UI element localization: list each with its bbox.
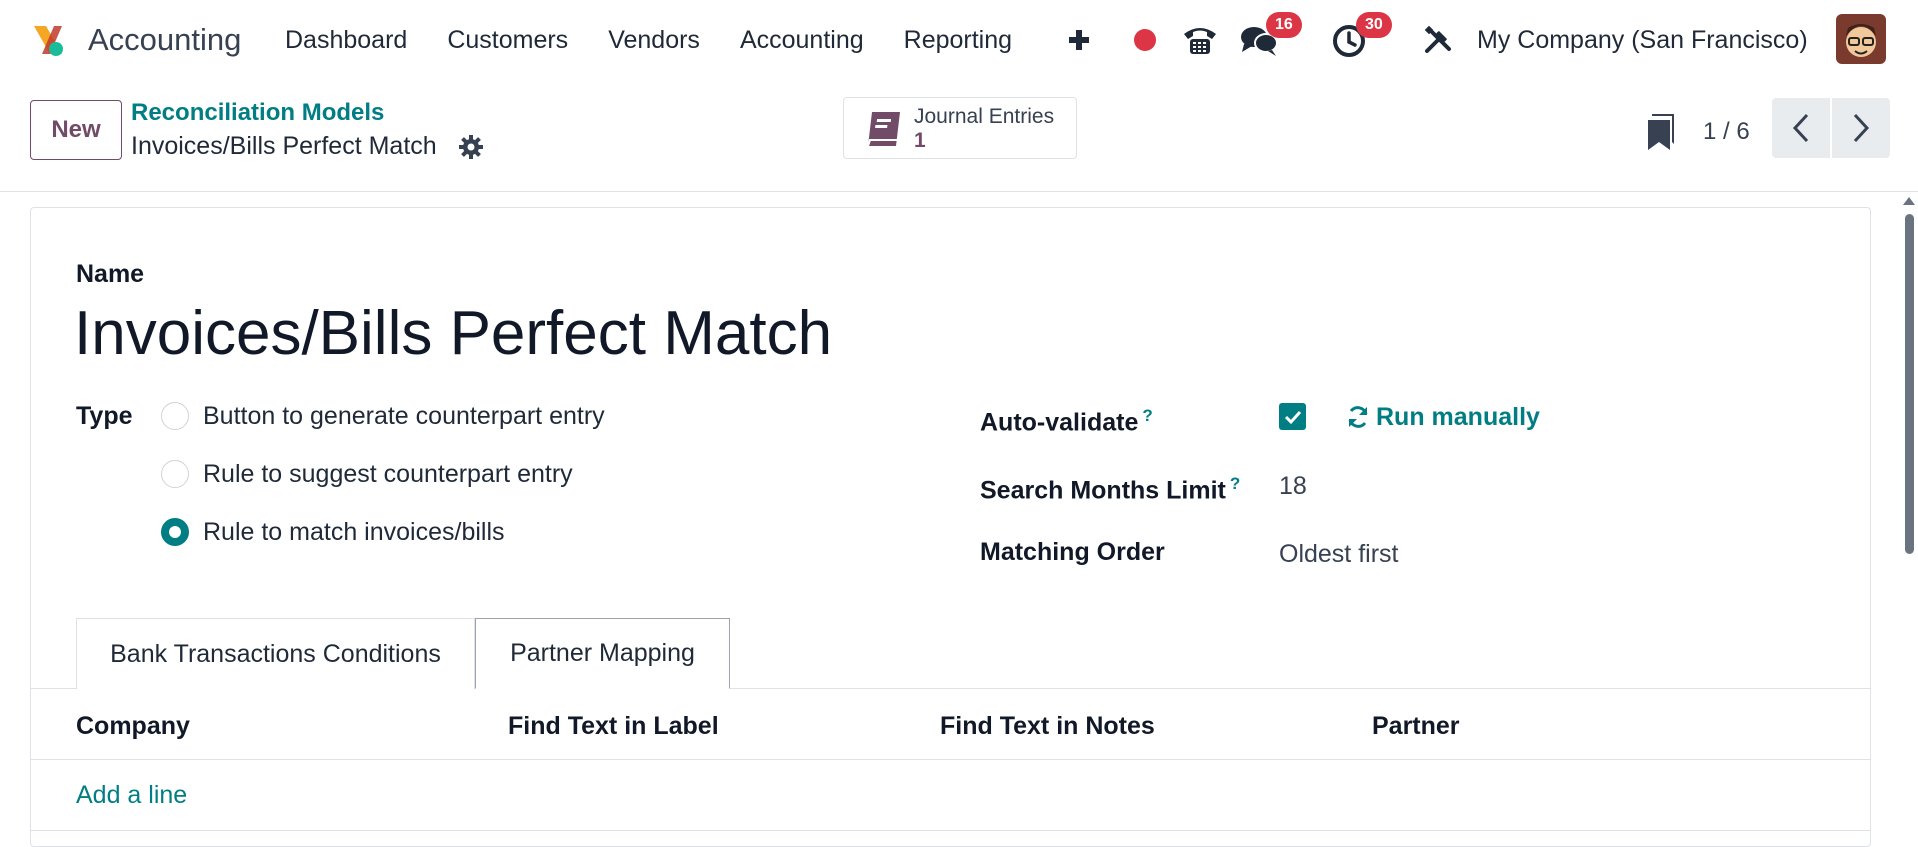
menu-accounting[interactable]: Accounting [740, 20, 864, 60]
smart-button-value: 1 [914, 129, 926, 152]
control-panel: New Reconciliation Models Invoices/Bills… [0, 80, 1918, 192]
name-field[interactable]: Invoices/Bills Perfect Match [74, 296, 832, 372]
gear-icon[interactable] [458, 134, 484, 160]
auto-validate-label: Auto-validate? [980, 406, 1153, 437]
run-manually-label: Run manually [1376, 403, 1540, 431]
messages-button[interactable]: 16 [1240, 12, 1302, 66]
column-company[interactable]: Company [76, 710, 190, 742]
chevron-right-icon [1853, 113, 1870, 143]
activities-badge: 30 [1356, 12, 1392, 38]
pager-next-button[interactable] [1832, 98, 1890, 158]
main-menu: Dashboard Customers Vendors Accounting R… [285, 20, 1052, 60]
refresh-icon [1348, 406, 1368, 428]
radio-button[interactable] [161, 402, 189, 430]
name-label: Name [76, 260, 145, 288]
smart-button-label: Journal Entries [914, 105, 1055, 128]
menu-customers[interactable]: Customers [447, 20, 568, 60]
matching-order-select[interactable]: Oldest first [1279, 538, 1398, 570]
search-months-field[interactable]: 18 [1279, 470, 1307, 502]
breadcrumb-parent[interactable]: Reconciliation Models [131, 98, 384, 128]
phone-icon[interactable] [1180, 14, 1220, 66]
type-option-label: Rule to suggest counterpart entry [203, 460, 573, 488]
messages-badge: 16 [1266, 12, 1302, 38]
accounting-app-icon[interactable] [28, 20, 68, 60]
new-button[interactable]: New [30, 100, 122, 160]
pager-value[interactable]: 1 / 6 [1703, 114, 1750, 150]
type-option-suggest[interactable]: Rule to suggest counterpart entry [161, 458, 573, 490]
add-line-link[interactable]: Add a line [76, 779, 187, 811]
pager-previous-button[interactable] [1772, 98, 1830, 158]
menu-vendors[interactable]: Vendors [608, 20, 700, 60]
type-option-button[interactable]: Button to generate counterpart entry [161, 400, 605, 432]
checkmark-icon [1284, 410, 1301, 424]
plus-icon[interactable] [1064, 14, 1094, 66]
bookmark-icon[interactable] [1646, 114, 1676, 150]
record-icon[interactable] [1130, 14, 1160, 66]
breadcrumb-current: Invoices/Bills Perfect Match [131, 132, 437, 160]
help-icon[interactable]: ? [1142, 406, 1152, 425]
table-header: Company Find Text in Label Find Text in … [31, 690, 1870, 760]
scrollbar-up-arrow[interactable] [1903, 197, 1915, 205]
app-name[interactable]: Accounting [88, 20, 241, 60]
help-icon[interactable]: ? [1230, 474, 1240, 493]
matching-order-label: Matching Order [980, 538, 1165, 566]
type-label: Type [76, 402, 133, 430]
type-option-label: Button to generate counterpart entry [203, 402, 605, 430]
radio-button[interactable] [161, 460, 189, 488]
table-bottom-border [31, 830, 1870, 831]
scrollbar-thumb[interactable] [1905, 214, 1914, 554]
auto-validate-checkbox[interactable] [1279, 403, 1306, 430]
tools-icon[interactable] [1420, 14, 1456, 66]
run-manually-button[interactable]: Run manually [1346, 401, 1540, 433]
radio-button-checked[interactable] [161, 518, 189, 546]
tab-bank-transactions-conditions[interactable]: Bank Transactions Conditions [76, 618, 475, 689]
column-find-text-in-label[interactable]: Find Text in Label [508, 710, 719, 742]
company-switcher[interactable]: My Company (San Francisco) [1477, 20, 1808, 60]
tab-partner-mapping[interactable]: Partner Mapping [475, 618, 730, 689]
menu-reporting[interactable]: Reporting [904, 20, 1012, 60]
search-months-label: Search Months Limit? [980, 474, 1241, 505]
top-navbar: Accounting Dashboard Customers Vendors A… [0, 0, 1918, 80]
column-partner[interactable]: Partner [1372, 710, 1460, 742]
type-option-match[interactable]: Rule to match invoices/bills [161, 516, 505, 548]
activities-button[interactable]: 30 [1330, 12, 1400, 66]
column-find-text-in-notes[interactable]: Find Text in Notes [940, 710, 1155, 742]
avatar[interactable] [1836, 14, 1886, 64]
journal-entries-smart-button[interactable]: Journal Entries 1 [843, 97, 1077, 159]
chevron-left-icon [1792, 113, 1809, 143]
type-option-label: Rule to match invoices/bills [203, 518, 505, 546]
menu-dashboard[interactable]: Dashboard [285, 20, 407, 60]
book-icon [867, 112, 900, 147]
